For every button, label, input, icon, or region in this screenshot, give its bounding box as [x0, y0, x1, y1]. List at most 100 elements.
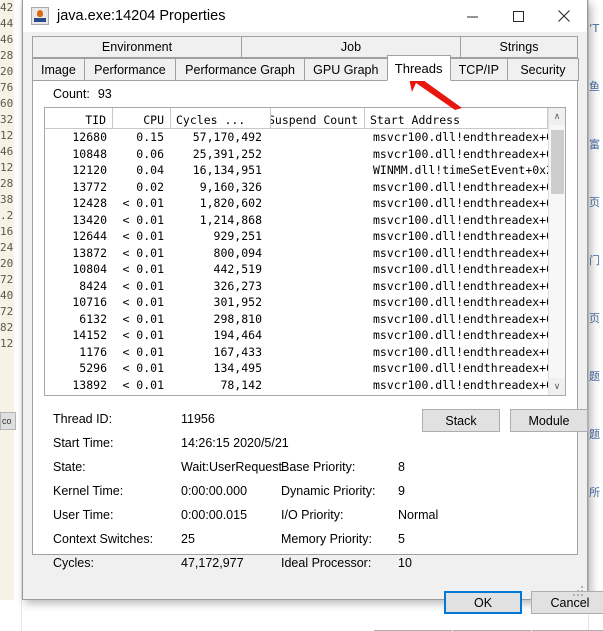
cell-cpu: 0.15: [136, 130, 164, 144]
cell-tid: 8424: [79, 278, 107, 293]
table-row[interactable]: 13420 < 0.01 1,214,868 msvcr100.dll!endthre…: [45, 212, 548, 229]
cell-cpu: < 0.01: [122, 229, 164, 243]
detail-row: Start Time: 14:26:15 2020/5/21: [53, 432, 561, 454]
detail-label: Thread ID:: [53, 412, 113, 426]
cell-cpu: < 0.01: [122, 344, 164, 359]
cell-cycles: 298,810: [213, 311, 262, 326]
tab-threads[interactable]: Threads: [386, 55, 451, 81]
background-glyph: 门: [589, 254, 600, 267]
cell-cpu: < 0.01: [113, 393, 171, 395]
table-row[interactable]: 10804 < 0.01 442,519 msvcr100.dll!endthread…: [45, 261, 548, 278]
background-line-number: 40: [0, 289, 14, 302]
tab-gpu-graph[interactable]: GPU Graph: [304, 58, 388, 81]
tab-performance-graph[interactable]: Performance Graph: [175, 58, 306, 81]
column-header-cycles[interactable]: Cycles ...: [171, 108, 271, 128]
thread-list[interactable]: TID ˇ CPU Cycles ... Suspend Count Start…: [44, 107, 566, 396]
table-row[interactable]: 6132 < 0.01 298,810 msvcr100.dll!endthreade…: [45, 311, 548, 328]
sort-ascending-icon: ˇ: [138, 108, 145, 117]
detail-row-right: Memory Priority: 5: [53, 528, 561, 550]
tab-image[interactable]: Image: [32, 58, 85, 81]
close-button[interactable]: [541, 0, 587, 32]
thread-list-body[interactable]: TID ˇ CPU Cycles ... Suspend Count Start…: [45, 108, 548, 395]
cancel-button[interactable]: Cancel: [531, 591, 603, 614]
table-row[interactable]: 8424 < 0.01 326,273 msvcr100.dll!endthreade…: [45, 278, 548, 295]
cell-cpu: < 0.01: [122, 278, 164, 293]
cell-address: msvcr100.dll!endthreadex+0x60: [373, 196, 548, 210]
minimize-button[interactable]: [449, 0, 495, 32]
cell-cpu: < 0.01: [122, 295, 164, 309]
table-row[interactable]: 12680 0.15 57,170,492 msvcr100.dll!endthrea…: [45, 129, 548, 146]
column-header-suspend-count[interactable]: Suspend Count: [271, 108, 365, 128]
column-header-start-address[interactable]: Start Address: [365, 108, 548, 128]
cell-address: msvcr100.dll!endthreadex+0x60: [373, 295, 548, 309]
cell-cycles: 78,142: [220, 377, 262, 392]
detail-label: I/O Priority:: [281, 508, 344, 522]
detail-value: 10: [398, 556, 412, 570]
table-row[interactable]: 1176 < 0.01 167,433 msvcr100.dll!endthreade…: [45, 344, 548, 361]
column-header-tid[interactable]: TID: [45, 108, 113, 128]
cell-tid: 10848: [72, 146, 107, 161]
detail-value: Normal: [398, 508, 439, 522]
tab-strings[interactable]: Strings: [460, 36, 578, 58]
tab-environment[interactable]: Environment: [32, 36, 242, 58]
cell-suspend: [271, 162, 365, 179]
table-row[interactable]: 13772 0.02 9,160,326 msvcr100.dll!endthread…: [45, 179, 548, 196]
table-row[interactable]: 13872 < 0.01 800,094 msvcr100.dll!endthread…: [45, 245, 548, 262]
cell-address: msvcr100.dll!endthreadex+0x60: [373, 130, 548, 144]
table-row[interactable]: 14152 < 0.01 194,464 msvcr100.dll!endthread…: [45, 327, 548, 344]
table-row[interactable]: 10716 < 0.01 301,952 msvcr100.dll!endthread…: [45, 294, 548, 311]
detail-label: Base Priority:: [281, 460, 356, 474]
scrollbar-thumb[interactable]: [551, 130, 564, 194]
table-row[interactable]: 5296 < 0.01 134,495 msvcr100.dll!endthreade…: [45, 360, 548, 377]
background-line-number: 24: [0, 241, 14, 254]
cell-address: msvcr100.dll!endthreadex+0x60: [373, 328, 548, 342]
cell-address: msvcr100.dll!endthreadex+0x60: [373, 311, 548, 326]
maximize-button[interactable]: [495, 0, 541, 32]
tab-label: Job: [340, 40, 362, 54]
stack-button[interactable]: Stack: [422, 409, 500, 432]
cell-cycles: 301,952: [213, 295, 262, 309]
module-button[interactable]: Module: [510, 409, 588, 432]
background-line-number: 12: [0, 337, 14, 350]
scroll-up-arrow-icon[interactable]: ∧: [549, 108, 565, 125]
cell-cycles: 1,214,868: [199, 212, 262, 227]
thread-list-scrollbar[interactable]: ∧ ∨: [548, 108, 565, 395]
table-row[interactable]: 10848 0.06 25,391,252 msvcr100.dll!endthrea…: [45, 146, 548, 163]
background-line-number: 60: [0, 97, 14, 110]
tab-tcp-ip[interactable]: TCP/IP: [449, 58, 508, 81]
cell-address: msvcr100.dll!endthreadex+0x60: [373, 262, 548, 276]
thread-list-header[interactable]: TID ˇ CPU Cycles ... Suspend Count Start…: [45, 108, 548, 129]
cell-tid: 13892: [72, 377, 107, 392]
tab-security[interactable]: Security: [506, 58, 579, 81]
cell-suspend: [271, 228, 365, 245]
resize-grip-icon[interactable]: [572, 585, 583, 596]
background-taskbar-tab[interactable]: co: [0, 412, 16, 430]
tab-label: Environment: [101, 40, 173, 54]
cell-tid: 5296: [79, 361, 107, 375]
thread-count-label: Count:: [53, 87, 90, 101]
tab-performance[interactable]: Performance: [83, 58, 177, 81]
cell-tid: 13772: [72, 179, 107, 194]
scroll-down-arrow-icon[interactable]: ∨: [549, 378, 565, 395]
background-line-number: 46: [0, 145, 14, 158]
table-row[interactable]: 12428 < 0.01 1,820,602 msvcr100.dll!endthre…: [45, 195, 548, 212]
column-header-cpu-label: CPU: [143, 113, 164, 127]
table-row[interactable]: 12120 0.04 16,134,951 WINMM.dll!timeSetEven…: [45, 162, 548, 179]
dialog-title-bar[interactable]: java.exe:14204 Properties: [23, 0, 587, 32]
background-line-number: 46: [0, 33, 14, 46]
cell-suspend: [271, 179, 365, 196]
column-header-suspend-label: Suspend Count: [271, 113, 358, 127]
background-line-number: 72: [0, 305, 14, 318]
column-header-cpu[interactable]: ˇ CPU: [113, 108, 171, 128]
cell-cycles: 57,170,492: [192, 130, 262, 144]
background-line-number: .2: [0, 209, 14, 222]
cell-suspend: [271, 278, 365, 295]
cell-address: msvcr100.dll!endthreadex+0x60: [373, 377, 548, 392]
scrollbar-track[interactable]: [549, 125, 565, 378]
table-row[interactable]: 12644 < 0.01 929,251 msvcr100.dll!endthread…: [45, 228, 548, 245]
ok-button[interactable]: OK: [444, 591, 522, 614]
detail-label: Memory Priority:: [281, 532, 372, 546]
table-row[interactable]: 13892 < 0.01 78,142 msvcr100.dll!endthreade…: [45, 377, 548, 394]
table-row[interactable]: 13080< 0.0135,442 msvcr100.dll!endthreade…: [45, 393, 548, 395]
cell-cpu: < 0.01: [122, 262, 164, 276]
